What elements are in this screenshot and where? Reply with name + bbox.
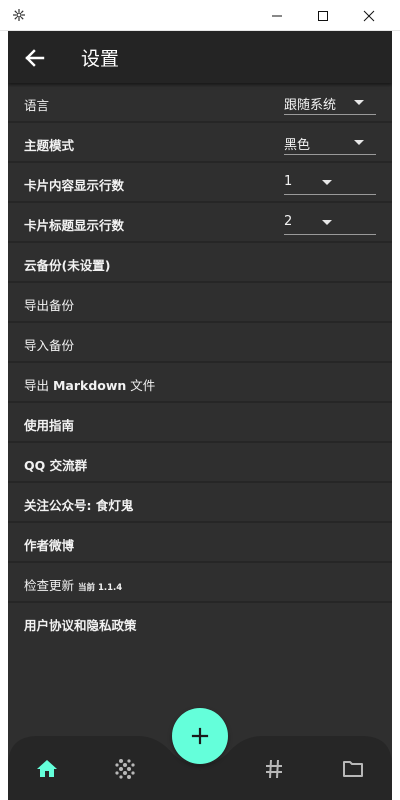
setting-import-backup[interactable]: 导入备份	[8, 323, 392, 363]
follow-account-label: 关注公众号: 食灯鬼	[24, 498, 134, 513]
setting-cloud-backup[interactable]: 云备份(未设置)	[8, 243, 392, 283]
page-title: 设置	[81, 48, 120, 70]
setting-agreement[interactable]: 用户协议和隐私政策	[8, 603, 392, 643]
minimize-icon	[272, 15, 282, 16]
card-content-lines-dropdown[interactable]: 1	[284, 173, 376, 195]
app-window: 设置 语言 跟随系统 主题模式 黑色 卡片内容显示行数 1 卡片标题显示行数 2…	[8, 31, 392, 800]
setting-theme: 主题模式 黑色	[8, 123, 392, 163]
setting-qq-group[interactable]: QQ 交流群	[8, 443, 392, 483]
add-button[interactable]	[172, 708, 228, 764]
current-version: 当前 1.1.4	[78, 583, 123, 593]
check-update-label: 检查更新 当前 1.1.4	[24, 575, 122, 594]
home-icon	[37, 760, 57, 777]
card-title-lines-value: 2	[284, 214, 293, 229]
nav-folder[interactable]	[341, 757, 365, 781]
dropdown-arrow-icon	[322, 220, 332, 225]
export-markdown-suffix: 文件	[126, 378, 156, 393]
nav-tags[interactable]	[262, 757, 286, 781]
window-maximize-button[interactable]	[300, 0, 346, 31]
setting-check-update[interactable]: 检查更新 当前 1.1.4	[8, 563, 392, 603]
language-label: 语言	[24, 98, 50, 113]
setting-export-backup[interactable]: 导出备份	[8, 283, 392, 323]
qq-group-label: QQ 交流群	[24, 458, 88, 473]
card-title-lines-label: 卡片标题显示行数	[24, 218, 125, 233]
author-weibo-label: 作者微博	[24, 538, 75, 553]
setting-card-content-lines: 卡片内容显示行数 1	[8, 163, 392, 203]
nav-home[interactable]	[35, 757, 59, 781]
cloud-backup-label: 云备份(未设置)	[24, 258, 111, 273]
agreement-label: 用户协议和隐私政策	[24, 618, 137, 633]
explore-icon	[115, 759, 135, 779]
export-markdown-label: 导出 Markdown 文件	[24, 375, 155, 394]
arrow-left-icon	[25, 49, 45, 67]
plus-icon	[191, 727, 209, 745]
guide-label: 使用指南	[24, 418, 75, 433]
theme-label: 主题模式	[24, 138, 75, 153]
import-backup-label: 导入备份	[24, 338, 75, 353]
setting-guide[interactable]: 使用指南	[8, 403, 392, 443]
dropdown-arrow-icon	[322, 180, 332, 185]
window-titlebar	[0, 0, 400, 31]
app-icon	[13, 9, 25, 21]
card-title-lines-dropdown[interactable]: 2	[284, 213, 376, 235]
export-markdown-keyword: Markdown	[52, 378, 127, 393]
setting-card-title-lines: 卡片标题显示行数 2	[8, 203, 392, 243]
dropdown-arrow-icon	[354, 100, 364, 105]
check-update-text: 检查更新	[24, 578, 75, 593]
language-value: 跟随系统	[284, 98, 337, 113]
dropdown-arrow-icon	[354, 140, 364, 145]
theme-dropdown[interactable]: 黑色	[284, 133, 376, 155]
setting-export-markdown[interactable]: 导出 Markdown 文件	[8, 363, 392, 403]
theme-value: 黑色	[284, 138, 311, 153]
setting-language: 语言 跟随系统	[8, 83, 392, 123]
export-backup-label: 导出备份	[24, 298, 75, 313]
setting-author-weibo[interactable]: 作者微博	[8, 523, 392, 563]
export-markdown-prefix: 导出	[24, 378, 53, 393]
card-content-lines-label: 卡片内容显示行数	[24, 178, 125, 193]
language-dropdown[interactable]: 跟随系统	[284, 93, 376, 115]
tags-icon	[266, 759, 282, 779]
back-button[interactable]	[22, 45, 48, 71]
close-icon	[363, 10, 375, 21]
maximize-icon	[318, 10, 328, 21]
window-minimize-button[interactable]	[254, 0, 300, 31]
app-bar: 设置	[8, 31, 392, 83]
settings-list: 语言 跟随系统 主题模式 黑色 卡片内容显示行数 1 卡片标题显示行数 2 云备…	[8, 83, 392, 643]
folder-icon	[343, 761, 363, 777]
setting-follow-account[interactable]: 关注公众号: 食灯鬼	[8, 483, 392, 523]
card-content-lines-value: 1	[284, 174, 293, 189]
nav-explore[interactable]	[113, 757, 137, 781]
window-close-button[interactable]	[346, 0, 392, 31]
